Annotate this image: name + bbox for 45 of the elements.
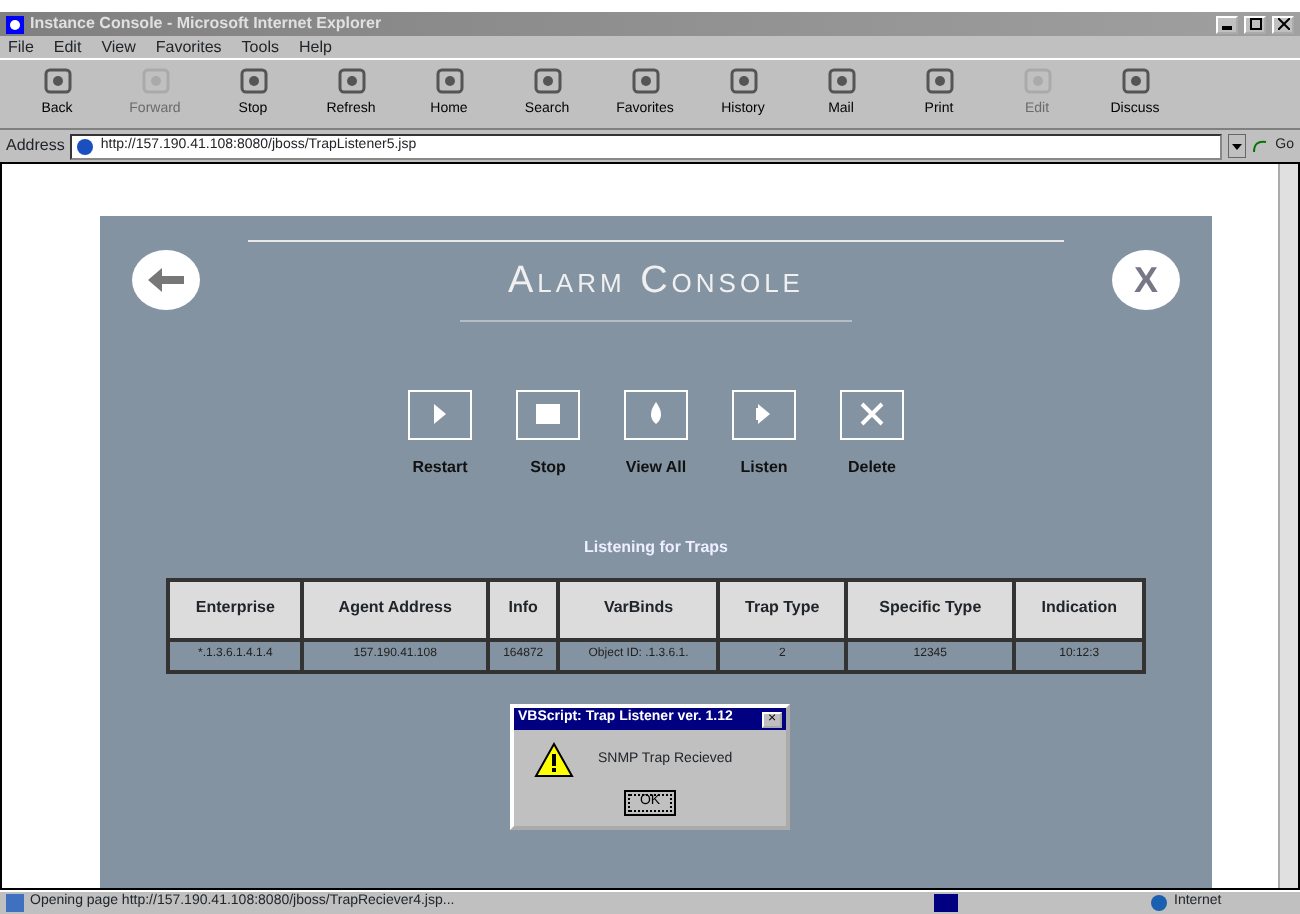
menu-item[interactable]: Help [298, 35, 332, 59]
menu-item[interactable]: Edit [53, 35, 82, 59]
toolbar-icon [825, 66, 857, 97]
stop-icon [534, 400, 562, 428]
address-label: Address [6, 134, 65, 158]
close-icon [858, 400, 886, 428]
toolbar-icon [629, 66, 661, 97]
toolbar-icon [433, 66, 465, 97]
column-header: Enterprise [168, 579, 303, 639]
back-button[interactable] [132, 250, 200, 311]
menu-item[interactable]: Favorites [155, 35, 222, 59]
progress-indicator [934, 894, 958, 912]
column-header: Specific Type [846, 579, 1015, 639]
close-button[interactable]: X [1112, 250, 1180, 311]
maximize-button[interactable] [1244, 15, 1266, 33]
toolbar-icon [41, 66, 73, 97]
globe-icon [1150, 894, 1168, 912]
toolbar-icon [531, 66, 563, 97]
close-button[interactable] [1272, 15, 1294, 33]
menu-item[interactable]: File [8, 35, 34, 59]
column-header: Info [487, 579, 559, 639]
column-header: VarBinds [558, 579, 719, 639]
scrollbar[interactable] [1278, 164, 1298, 888]
warning-icon [534, 742, 574, 778]
minimize-button[interactable] [1216, 15, 1238, 33]
page-icon [6, 894, 24, 912]
column-header: Agent Address [302, 579, 488, 639]
toolbar-icon [1119, 66, 1151, 97]
arrow-left-icon [148, 268, 184, 293]
browser-icon [6, 15, 24, 33]
dropdown-icon[interactable] [1227, 134, 1246, 158]
column-header: Trap Type [718, 579, 847, 639]
menu-item[interactable]: View [101, 35, 136, 59]
page-icon [76, 137, 95, 155]
toolbar-icon [923, 66, 955, 97]
menu-item[interactable]: Tools [241, 35, 279, 59]
toolbar-icon [727, 66, 759, 97]
toolbar-icon [335, 66, 367, 97]
page-title: Alarm Console [508, 258, 804, 306]
window-title: Instance Console - Microsoft Internet Explorer [30, 12, 382, 36]
toolbar-icon [237, 66, 269, 97]
table-caption: Listening for Traps [583, 535, 728, 559]
close-icon [1277, 17, 1289, 30]
maximize-icon [1249, 17, 1261, 30]
column-header: Indication [1014, 579, 1144, 639]
